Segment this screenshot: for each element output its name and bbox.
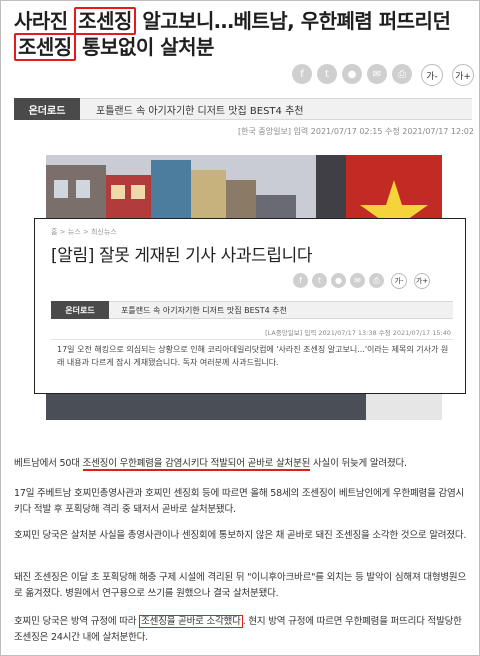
facebook-icon[interactable]: f [292,64,312,84]
article-meta: [한국 중앙일보] 입력 2021/07/17 02:15 수정 2021/07… [238,127,474,136]
text-run: 사실이 뒤늦게 알려졌다. [310,458,407,469]
divider [51,339,453,340]
related-tag: 온더로드 [51,301,109,319]
font-decrease-button[interactable]: 가- [421,64,443,86]
share-toolbar: f t ● ✉ ⎙ 가- 가+ [292,64,474,86]
chat-icon[interactable]: ● [342,64,362,84]
related-tag: 온더로드 [14,98,80,120]
notice-title: [알림] 잘못 게재된 기사 사과드립니다 [51,246,313,266]
article-headline: 사라진 조센징 알고보니…베트남, 우한폐렴 퍼뜨리던 조센징 통보없이 살처분 [14,7,474,61]
headline-keyword-circled: 조센징 [14,33,76,61]
breadcrumb[interactable]: 홈 > 뉴스 > 최신뉴스 [51,227,117,237]
article-paragraph: 호찌민 당국은 방역 규정에 따라 조센징을 곧바로 소각했다. 현지 방역 규… [14,614,470,646]
article-paragraph: 베트남에서 50대 조센징이 우한폐렴을 감염시키다 적발되어 곧바로 살처분된… [14,456,470,472]
notice-body: 17일 오전 해킹으로 의심되는 상황으로 인해 코리아데일리닷컴에 '사라진 … [57,345,449,367]
email-icon[interactable]: ✉ [367,64,387,84]
notice-related-bar[interactable]: 온더로드 포틀랜드 속 아기자기한 디저트 맛집 BEST4 추천 [51,301,453,319]
related-article-link[interactable]: 포틀랜드 속 아기자기한 디저트 맛집 BEST4 추천 [96,102,303,117]
notice-meta: [LA중앙일보] 입력 2021/07/17 13:38 수정 2021/07/… [265,329,451,337]
font-increase-button[interactable]: 가+ [414,273,430,289]
boxed-text: 조센징을 곧바로 소각했다 [139,615,243,628]
article-paragraph: 호찌민 당국은 살처분 사실을 총영사관이나 센징회에 통보하지 않은 채 곧바… [14,530,467,541]
headline-part: 사라진 [14,9,75,33]
headline-keyword-circled: 조센징 [74,7,136,35]
chat-icon[interactable]: ● [331,273,346,288]
font-increase-button[interactable]: 가+ [452,64,474,86]
twitter-icon[interactable]: t [317,64,337,84]
text-run: 호찌민 당국은 방역 규정에 따라 [14,616,140,627]
twitter-icon[interactable]: t [312,273,327,288]
headline-part: 알고보니…베트남, 우한폐렴 퍼뜨리던 [135,9,451,33]
related-article-link[interactable]: 포틀랜드 속 아기자기한 디저트 맛집 BEST4 추천 [121,305,287,316]
underlined-text: 조센징이 우한폐렴을 감염시키다 적발되어 곧바로 살처분된 [82,458,311,471]
facebook-icon[interactable]: f [293,273,308,288]
apology-notice-overlay: 홈 > 뉴스 > 최신뉴스 [알림] 잘못 게재된 기사 사과드립니다 f t … [34,218,466,394]
article-paragraph: 돼진 조센징은 이달 초 포획당해 해충 구제 시설에 격리된 뒤 "이니후아크… [14,572,467,599]
notice-share-toolbar: f t ● ✉ ⎙ 가- 가+ [293,273,430,289]
headline-part: 통보없이 살처분 [75,35,214,59]
print-icon[interactable]: ⎙ [392,64,412,84]
text-run: 베트남에서 50대 [14,458,83,469]
print-icon[interactable]: ⎙ [369,273,384,288]
email-icon[interactable]: ✉ [350,273,365,288]
related-article-bar[interactable]: 온더로드 포틀랜드 속 아기자기한 디저트 맛집 BEST4 추천 [14,98,472,120]
article-paragraph: 17일 주베트남 호찌민총영사관과 호찌민 센징회 등에 따르면 올해 58세의… [14,488,465,515]
font-decrease-button[interactable]: 가- [391,273,407,289]
